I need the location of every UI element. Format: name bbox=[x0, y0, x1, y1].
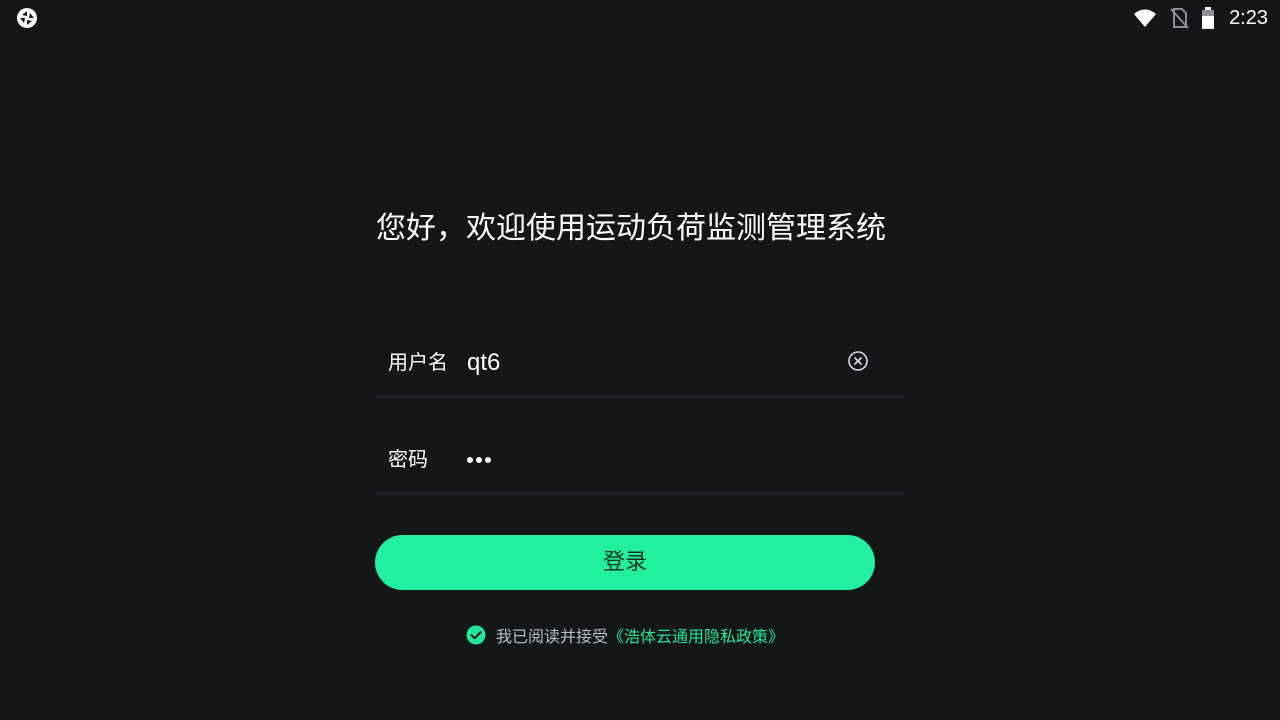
status-bar: 2:23 bbox=[0, 0, 1280, 36]
privacy-policy-link[interactable]: 《浩体云通用隐私政策》 bbox=[608, 623, 784, 647]
no-sim-icon bbox=[1170, 8, 1189, 29]
password-dot bbox=[467, 457, 473, 463]
wifi-icon bbox=[1134, 9, 1157, 27]
clear-input-icon[interactable] bbox=[847, 350, 869, 372]
password-dot bbox=[476, 457, 482, 463]
password-label: 密码 bbox=[388, 447, 428, 471]
login-button[interactable]: 登录 bbox=[375, 535, 875, 590]
password-input[interactable] bbox=[467, 457, 491, 463]
username-input[interactable]: qt6 bbox=[467, 346, 500, 380]
password-dot bbox=[485, 457, 491, 463]
status-icons: 2:23 bbox=[1133, 5, 1268, 31]
privacy-agreement: 我已阅读并接受 《浩体云通用隐私政策》 bbox=[466, 624, 784, 646]
status-time: 2:23 bbox=[1229, 6, 1268, 29]
welcome-title: 您好，欢迎使用运动负荷监测管理系统 bbox=[376, 211, 886, 246]
checkbox-checked-icon[interactable] bbox=[466, 625, 486, 645]
battery-icon bbox=[1202, 7, 1215, 29]
login-screen: 2:23 您好，欢迎使用运动负荷监测管理系统 用户名 qt6 密码 登录 我已阅… bbox=[0, 0, 1280, 720]
password-field[interactable]: 密码 bbox=[375, 435, 905, 494]
agreement-text: 我已阅读并接受 bbox=[496, 627, 609, 646]
username-field[interactable]: 用户名 qt6 bbox=[375, 338, 905, 397]
username-label: 用户名 bbox=[388, 350, 448, 374]
app-logo-icon bbox=[17, 8, 37, 28]
